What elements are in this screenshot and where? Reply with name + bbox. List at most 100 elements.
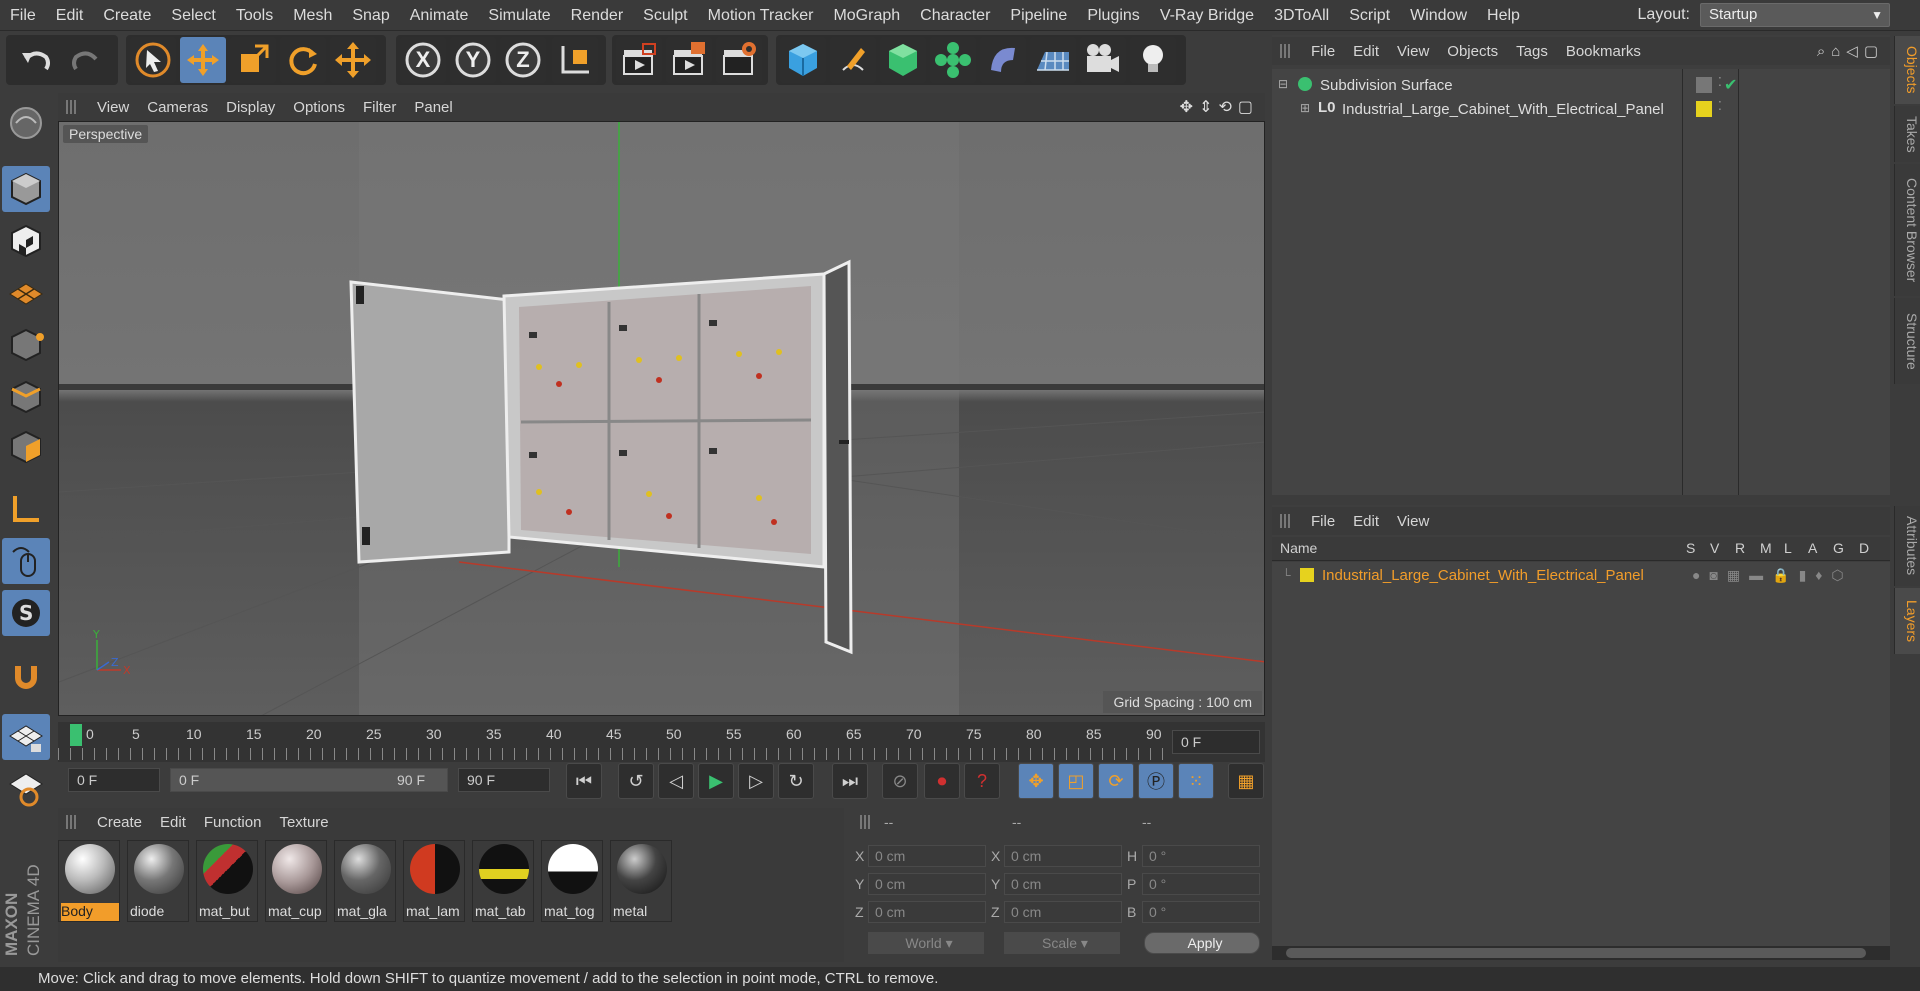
rotation-h-field[interactable]: 0 °: [1142, 845, 1260, 867]
viewport-menu-filter[interactable]: Filter: [354, 99, 405, 116]
go-to-end-button[interactable]: ⏭: [832, 763, 868, 799]
rotation-p-field[interactable]: 0 °: [1142, 873, 1260, 895]
object-menu-file[interactable]: File: [1302, 43, 1344, 60]
previous-frame-button[interactable]: ◁: [658, 763, 694, 799]
cloner-button[interactable]: [930, 37, 976, 83]
live-selection-button[interactable]: [330, 37, 376, 83]
size-z-field[interactable]: 0 cm: [1004, 901, 1122, 923]
coordinate-system-button[interactable]: [552, 37, 598, 83]
previous-key-button[interactable]: ↺: [618, 763, 654, 799]
key-scale-button[interactable]: ◰: [1058, 763, 1094, 799]
menu-file[interactable]: File: [0, 0, 46, 31]
selection-tool-button[interactable]: [130, 37, 176, 83]
position-x-field[interactable]: 0 cm: [868, 845, 986, 867]
tab-takes[interactable]: Takes: [1894, 106, 1920, 162]
render-view-button[interactable]: [616, 37, 662, 83]
menu-3dtoall[interactable]: 3DToAll: [1264, 0, 1339, 31]
menu-pipeline[interactable]: Pipeline: [1000, 0, 1077, 31]
autokey-button[interactable]: ⏺: [924, 763, 960, 799]
render-settings-button[interactable]: [716, 37, 762, 83]
menu-window[interactable]: Window: [1400, 0, 1477, 31]
tab-content-browser[interactable]: Content Browser: [1894, 164, 1920, 296]
menu-simulate[interactable]: Simulate: [478, 0, 560, 31]
timeline-window-button[interactable]: ▦: [1228, 763, 1264, 799]
x-axis-button[interactable]: X: [400, 37, 446, 83]
end-frame-field[interactable]: 90 F: [458, 768, 550, 792]
menu-snap[interactable]: Snap: [342, 0, 399, 31]
layer-toggle-icons[interactable]: ●◙▦▬🔒▮♦⬡: [1692, 567, 1853, 584]
menu-mesh[interactable]: Mesh: [283, 0, 342, 31]
points-mode-button[interactable]: [2, 322, 50, 368]
menu-script[interactable]: Script: [1339, 0, 1400, 31]
camera-button[interactable]: [1080, 37, 1126, 83]
subdivision-surface-button[interactable]: [880, 37, 926, 83]
layer-horizontal-scrollbar[interactable]: [1272, 946, 1890, 960]
key-pla-button[interactable]: ⁙: [1178, 763, 1214, 799]
planar-workplane-button[interactable]: [2, 766, 50, 812]
layer-color-swatch[interactable]: [1696, 101, 1712, 117]
key-parameter-button[interactable]: Ⓟ: [1138, 763, 1174, 799]
model-mode-button[interactable]: [2, 166, 50, 212]
menu-mograph[interactable]: MoGraph: [823, 0, 910, 31]
material-menu-texture[interactable]: Texture: [270, 814, 337, 831]
viewport-menu-cameras[interactable]: Cameras: [138, 99, 217, 116]
menu-motion-tracker[interactable]: Motion Tracker: [698, 0, 824, 31]
z-axis-button[interactable]: Z: [500, 37, 546, 83]
keyframe-selection-button[interactable]: ?: [964, 763, 1000, 799]
frame-range-slider[interactable]: 0 F 90 F: [170, 768, 448, 792]
size-x-field[interactable]: 0 cm: [1004, 845, 1122, 867]
position-y-field[interactable]: 0 cm: [868, 873, 986, 895]
material-mat-cup[interactable]: mat_cup: [265, 840, 327, 922]
position-z-field[interactable]: 0 cm: [868, 901, 986, 923]
current-frame-field[interactable]: 0 F: [1172, 730, 1260, 754]
layer-menu-file[interactable]: File: [1302, 513, 1344, 530]
size-mode-dropdown[interactable]: Scale ▾: [1004, 932, 1120, 954]
tweak-mode-button[interactable]: [2, 538, 50, 584]
menu-sculpt[interactable]: Sculpt: [633, 0, 697, 31]
material-diode[interactable]: diode: [127, 840, 189, 922]
rotation-b-field[interactable]: 0 °: [1142, 901, 1260, 923]
axis-mode-button[interactable]: [2, 486, 50, 532]
object-menu-tags[interactable]: Tags: [1507, 43, 1557, 60]
material-mat-gla[interactable]: mat_gla: [334, 840, 396, 922]
texture-mode-button[interactable]: [2, 218, 50, 264]
collapse-icon[interactable]: ⊟: [1278, 77, 1288, 91]
viewport-menu-view[interactable]: View: [88, 99, 138, 116]
scrollbar-thumb[interactable]: [1286, 948, 1866, 958]
enabled-check-icon[interactable]: ✔: [1724, 75, 1737, 95]
play-button[interactable]: ▶: [698, 763, 734, 799]
key-rotation-button[interactable]: ⟳: [1098, 763, 1134, 799]
coordinate-space-dropdown[interactable]: World ▾: [868, 932, 984, 954]
start-frame-field[interactable]: 0 F: [68, 768, 160, 792]
undo-button[interactable]: [12, 37, 58, 83]
tab-structure[interactable]: Structure: [1894, 298, 1920, 384]
menu-select[interactable]: Select: [161, 0, 225, 31]
layer-row-cabinet[interactable]: └ Industrial_Large_Cabinet_With_Electric…: [1282, 566, 1882, 588]
key-position-button[interactable]: ✥: [1018, 763, 1054, 799]
next-key-button[interactable]: ↻: [778, 763, 814, 799]
menu-tools[interactable]: Tools: [226, 0, 283, 31]
viewport-menu-panel[interactable]: Panel: [405, 99, 461, 116]
edges-mode-button[interactable]: [2, 374, 50, 420]
polygons-mode-button[interactable]: [2, 424, 50, 470]
material-mat-but[interactable]: mat_but: [196, 840, 258, 922]
material-menu-edit[interactable]: Edit: [151, 814, 195, 831]
material-body[interactable]: Body: [58, 840, 120, 922]
material-menu-create[interactable]: Create: [88, 814, 151, 831]
size-y-field[interactable]: 0 cm: [1004, 873, 1122, 895]
lock-workplane-button[interactable]: [2, 714, 50, 760]
menu-edit[interactable]: Edit: [46, 0, 94, 31]
viewport-navigation-icons[interactable]: ✥⇕⟲▢: [1180, 97, 1259, 117]
viewport-menu-display[interactable]: Display: [217, 99, 284, 116]
material-mat-tog[interactable]: mat_tog: [541, 840, 603, 922]
floor-button[interactable]: [1030, 37, 1076, 83]
tab-layers[interactable]: Layers: [1894, 588, 1920, 654]
tab-attributes[interactable]: Attributes: [1894, 506, 1920, 586]
light-button[interactable]: [1130, 37, 1176, 83]
next-frame-button[interactable]: ▷: [738, 763, 774, 799]
scale-tool-button[interactable]: [230, 37, 276, 83]
render-picture-viewer-button[interactable]: [666, 37, 712, 83]
menu-render[interactable]: Render: [561, 0, 633, 31]
redo-button[interactable]: [64, 37, 110, 83]
make-editable-button[interactable]: [2, 100, 50, 146]
